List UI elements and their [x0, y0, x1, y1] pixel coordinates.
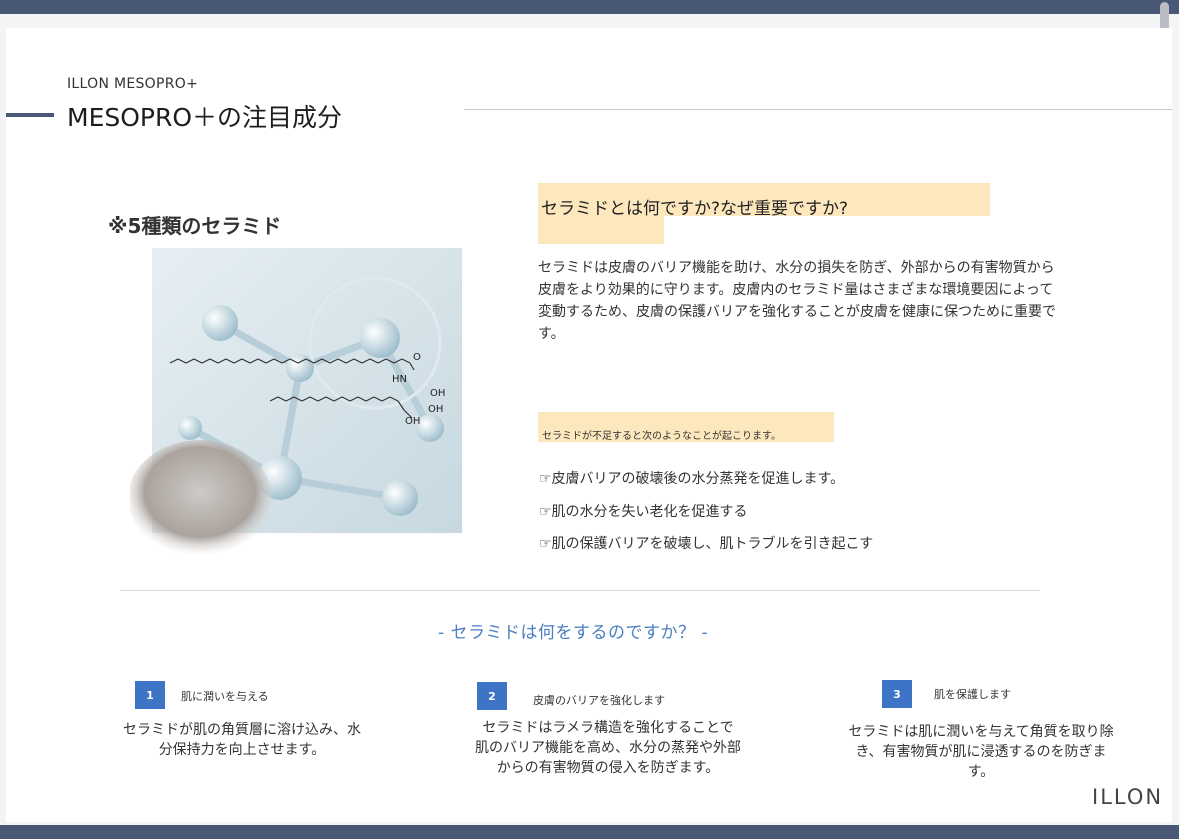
- item-2-label: 皮膚のバリアを強化します: [533, 694, 665, 707]
- deficiency-bullet-2: ☞肌の水分を失い老化を促進する: [539, 504, 748, 520]
- section-divider: [120, 590, 1040, 591]
- label-o: O: [413, 352, 421, 363]
- label-oh-1: OH: [430, 388, 445, 399]
- deficiency-bullet-3: ☞肌の保護バリアを破壊し、肌トラブルを引き起こす: [539, 536, 874, 552]
- page-title: MESOPRO＋の注目成分: [67, 103, 343, 132]
- brand-subtitle: ILLON MESOPRO+: [67, 76, 199, 92]
- label-oh-2: OH: [428, 404, 443, 415]
- title-divider: [464, 109, 1172, 110]
- number-badge-1: 1: [135, 681, 165, 709]
- ceramide-question: セラミドとは何ですか?なぜ重要ですか?: [541, 199, 849, 219]
- bottom-frame-bar: [0, 825, 1179, 839]
- number-badge-3: 3: [882, 680, 912, 708]
- ceramide-types-heading: ※5種類のセラミド: [108, 214, 282, 238]
- label-hn: HN: [392, 374, 407, 385]
- slide: ILLON MESOPRO+ MESOPRO＋の注目成分 ※5種類のセラミド O…: [6, 28, 1172, 822]
- ceramide-molecule-illustration: O HN OH OH OH: [130, 248, 462, 556]
- label-oh-3: OH: [405, 416, 420, 427]
- top-frame-bar: [0, 0, 1179, 14]
- number-badge-2: 2: [477, 682, 507, 710]
- title-accent-bar: [6, 113, 54, 117]
- item-2-body: セラミドはラメラ構造を強化することで 肌のバリア機能を高め、水分の蒸発や外部 か…: [475, 720, 741, 776]
- function-section-heading: - セラミドは何をするのですか？ -: [438, 623, 709, 643]
- deficiency-bullet-1: ☞皮膚バリアの破壊後の水分蒸発を促進します。: [539, 471, 845, 487]
- illon-logo: ILLON: [1092, 785, 1164, 809]
- ceramide-explanation: セラミドは皮膚のバリア機能を助け、水分の損失を防ぎ、外部からの有害物質から皮膚を…: [538, 260, 1056, 342]
- deficiency-note: セラミドが不足すると次のようなことが起こります。: [542, 431, 781, 442]
- item-1-body: セラミドが肌の角質層に溶け込み、水 分保持力を向上させます。: [123, 722, 361, 758]
- item-3-body: セラミドは肌に潤いを与えて角質を取り除 き、有害物質が肌に浸透するのを防ぎま す…: [848, 724, 1114, 780]
- question-highlight-tail: [538, 216, 664, 244]
- item-1-label: 肌に潤いを与える: [181, 690, 269, 703]
- item-3-label: 肌を保護します: [934, 688, 1011, 701]
